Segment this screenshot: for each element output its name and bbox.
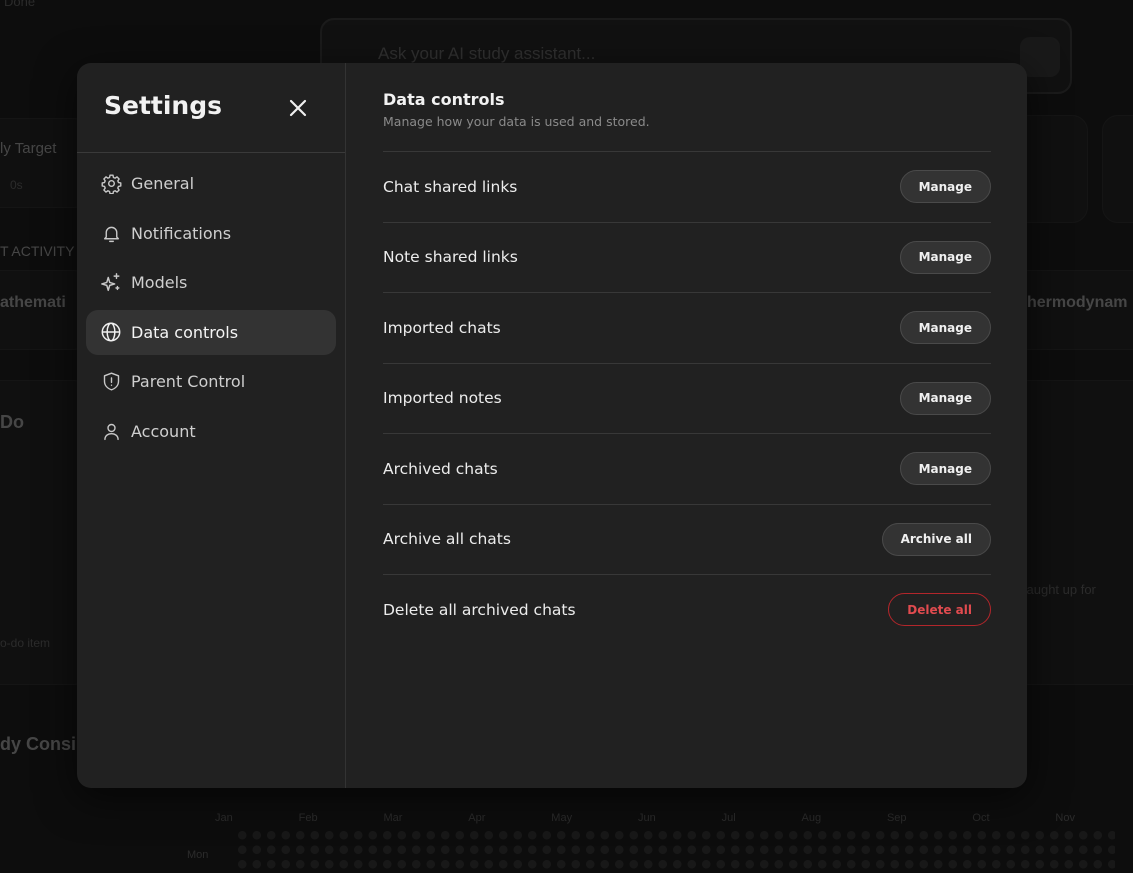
nav-item-account[interactable]: Account [86, 409, 336, 454]
bg-target-value: 0s [10, 178, 23, 192]
row-label: Imported notes [383, 389, 502, 408]
close-button[interactable] [283, 93, 313, 123]
row-label: Archive all chats [383, 530, 511, 549]
bg-activity-heading: T ACTIVITY [0, 243, 75, 259]
bg-todo-hint: o-do item [0, 636, 51, 650]
user-icon [100, 420, 122, 442]
section-subtitle: Manage how your data is used and stored. [383, 114, 650, 129]
bg-todo-heading: Do [0, 412, 24, 432]
close-icon [289, 99, 307, 117]
settings-modal: Settings General Notifications Models Da… [77, 63, 1027, 788]
bg-search-placeholder: Ask your AI study assistant... [378, 44, 596, 63]
bg-month: Jun [637, 812, 656, 824]
globe-icon [100, 321, 122, 343]
nav-label-parent-control: Parent Control [131, 372, 246, 391]
row-chat-shared-links: Chat shared links Manage [383, 151, 991, 222]
bg-consistency-heading: dy Consi [0, 734, 77, 754]
bg-caught-up: caught up for [1020, 582, 1096, 597]
settings-sidebar: Settings General Notifications Models Da… [77, 63, 346, 788]
row-label: Imported chats [383, 318, 501, 337]
nav-label-general: General [131, 174, 195, 193]
bg-card [1102, 115, 1133, 223]
manage-chat-shared-links-button[interactable]: Manage [899, 170, 991, 204]
section-title: Data controls [383, 90, 505, 109]
archive-all-button[interactable]: Archive all [881, 522, 991, 556]
row-label: Delete all archived chats [383, 600, 576, 619]
bg-month-labels: Jan Feb Mar Apr May Jun Jul Aug Sep Oct … [215, 812, 1075, 826]
settings-nav: General Notifications Models Data contro… [77, 153, 345, 454]
manage-note-shared-links-button[interactable]: Manage [899, 240, 991, 274]
bg-month: May [551, 812, 573, 824]
shield-alert-icon [100, 371, 122, 393]
bg-month: Oct [972, 812, 990, 824]
row-archived-chats: Archived chats Manage [383, 433, 991, 504]
row-imported-notes: Imported notes Manage [383, 362, 991, 434]
gear-icon [100, 173, 122, 195]
bg-day-label: Mon [187, 849, 209, 861]
nav-label-data-controls: Data controls [131, 322, 239, 342]
bg-month: Mar [383, 812, 403, 824]
nav-item-data-controls[interactable]: Data controls [86, 309, 336, 355]
bg-month: Apr [468, 812, 486, 824]
row-delete-all-archived-chats: Delete all archived chats Delete all [383, 574, 991, 645]
row-label: Note shared links [383, 248, 518, 267]
bg-done-label: Done [4, 0, 36, 9]
bg-subject: hermodynam [1027, 294, 1128, 311]
row-note-shared-links: Note shared links Manage [383, 221, 991, 293]
sparkles-icon [100, 272, 122, 294]
modal-title: Settings [104, 91, 223, 120]
bg-month: Sep [886, 812, 907, 824]
row-archive-all-chats: Archive all chats Archive all [383, 503, 991, 575]
bg-month: Jan [215, 812, 233, 824]
nav-label-models: Models [131, 273, 188, 292]
sidebar-header: Settings [77, 63, 345, 153]
nav-item-general[interactable]: General [86, 161, 336, 206]
data-controls-list: Chat shared links Manage Note shared lin… [383, 151, 991, 645]
settings-content: Data controls Manage how your data is us… [346, 63, 1027, 788]
delete-all-button[interactable]: Delete all [888, 593, 991, 627]
bg-consistency-grid [235, 828, 1115, 873]
nav-item-parent-control[interactable]: Parent Control [86, 359, 336, 404]
nav-label-notifications: Notifications [131, 223, 232, 243]
row-label: Chat shared links [383, 177, 518, 196]
bg-target-label: ly Target [0, 140, 57, 157]
nav-item-notifications[interactable]: Notifications [86, 211, 336, 256]
bg-month: Nov [1055, 812, 1075, 824]
row-label: Archived chats [383, 459, 498, 478]
bg-subject: athemati [0, 294, 66, 311]
manage-imported-notes-button[interactable]: Manage [899, 381, 991, 415]
bg-month: Jul [721, 812, 736, 824]
bg-card [1010, 380, 1133, 685]
bg-month: Feb [298, 812, 318, 824]
nav-label-account: Account [131, 421, 196, 441]
section-header: Data controls Manage how your data is us… [383, 90, 650, 129]
bg-month: Aug [801, 812, 822, 824]
nav-item-models[interactable]: Models [86, 260, 336, 305]
bell-icon [100, 222, 122, 244]
manage-archived-chats-button[interactable]: Manage [899, 452, 991, 486]
row-imported-chats: Imported chats Manage [383, 292, 991, 363]
bg-card [1010, 270, 1133, 350]
manage-imported-chats-button[interactable]: Manage [899, 311, 991, 345]
